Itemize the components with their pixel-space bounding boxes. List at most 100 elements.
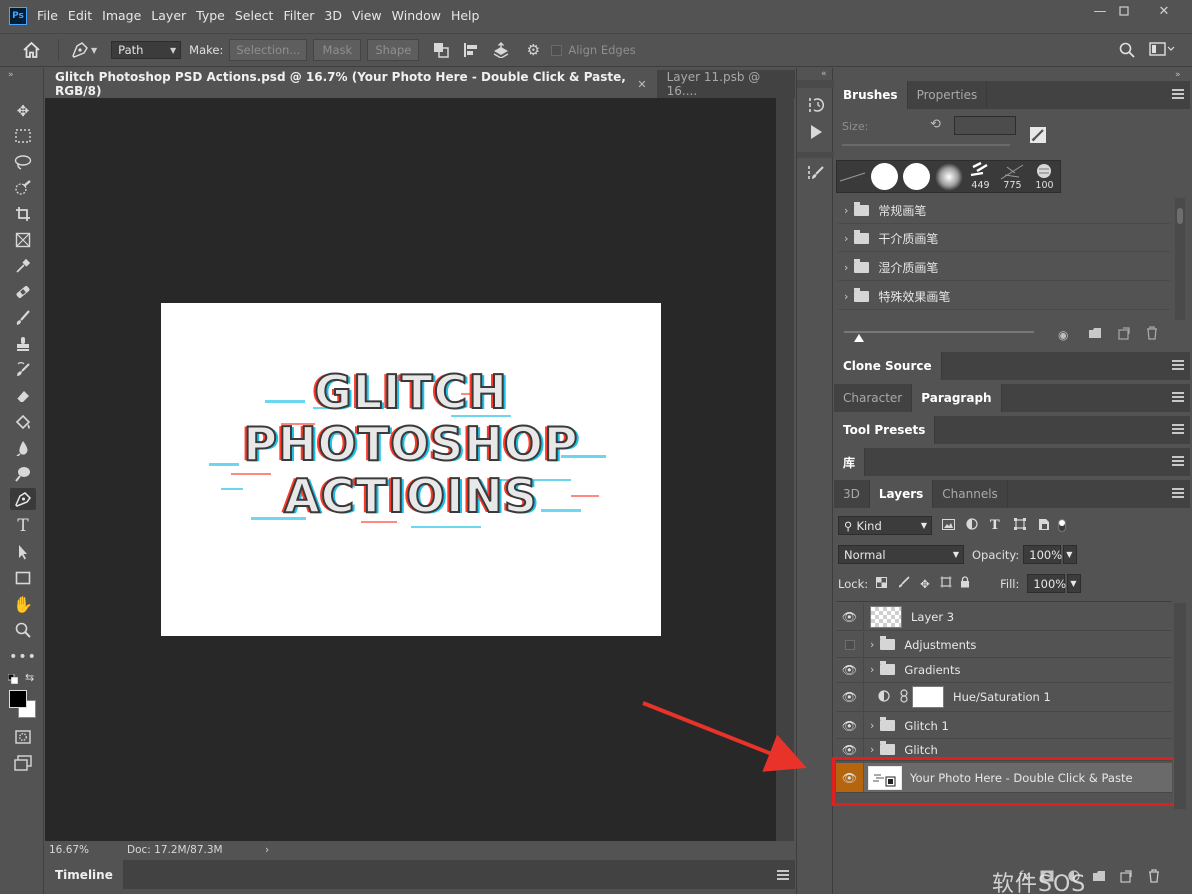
menu-image[interactable]: Image xyxy=(102,8,149,23)
hand-tool-icon[interactable]: ✋ xyxy=(10,593,36,615)
new-brush-preset-icon[interactable] xyxy=(1118,327,1130,343)
screen-mode-icon[interactable] xyxy=(10,752,36,774)
foreground-color-swatch[interactable] xyxy=(9,690,27,708)
trash-icon[interactable] xyxy=(1148,869,1160,886)
canvas-vertical-scrollbar[interactable] xyxy=(776,98,794,841)
marquee-tool-icon[interactable] xyxy=(10,125,36,147)
mask-button[interactable]: Mask xyxy=(313,39,362,61)
chevron-right-icon[interactable]: › xyxy=(844,261,848,274)
tab-glitch-psd[interactable]: Glitch Photoshop PSD Actions.psd @ 16.7%… xyxy=(45,70,657,98)
new-brush-icon[interactable] xyxy=(1029,126,1049,144)
panel-menu-icon[interactable] xyxy=(1172,456,1184,466)
menu-type[interactable]: Type xyxy=(196,8,233,23)
brush-folder-item[interactable]: › 干介质画笔 xyxy=(838,225,1170,252)
path-alignment-icon[interactable] xyxy=(459,42,483,58)
menu-3d[interactable]: 3D xyxy=(324,8,350,23)
new-group-icon[interactable] xyxy=(1092,870,1106,885)
tab-layer-11-psb[interactable]: Layer 11.psb @ 16.... xyxy=(657,70,795,98)
frame-tool-icon[interactable] xyxy=(10,229,36,251)
menu-select[interactable]: Select xyxy=(235,8,282,23)
panel-menu-icon[interactable] xyxy=(1172,488,1184,498)
chevron-right-icon[interactable]: › xyxy=(265,844,269,856)
new-folder-icon[interactable] xyxy=(1088,327,1102,342)
swap-colors-icon[interactable]: ⇆ xyxy=(25,671,34,684)
actions-play-icon[interactable] xyxy=(806,122,826,142)
eyedropper-tool-icon[interactable] xyxy=(10,255,36,277)
chevron-down-icon[interactable]: ▼ xyxy=(91,46,97,55)
reset-size-icon[interactable]: ⟲ xyxy=(930,117,941,132)
panel-menu-icon[interactable] xyxy=(1172,392,1184,402)
collapse-panels-icon[interactable]: » xyxy=(1175,70,1181,80)
brush-folder-item[interactable]: › 特殊效果画笔 xyxy=(838,283,1170,310)
type-layer-filter-icon[interactable]: T xyxy=(990,518,1008,533)
pen-tool-preset-icon[interactable] xyxy=(69,41,91,59)
brush-folder-item[interactable]: › 常规画笔 xyxy=(838,197,1170,224)
brush-preset-hard-round[interactable] xyxy=(869,161,900,192)
lock-artboard-icon[interactable] xyxy=(940,576,954,591)
lock-transparent-pixels-icon[interactable] xyxy=(876,576,890,591)
tab-properties[interactable]: Properties xyxy=(908,81,988,109)
panel-menu-icon[interactable] xyxy=(777,870,789,880)
menu-filter[interactable]: Filter xyxy=(283,8,322,23)
lock-all-icon[interactable] xyxy=(960,576,974,591)
brush-size-slider[interactable] xyxy=(842,144,1010,146)
shape-layer-filter-icon[interactable] xyxy=(1014,518,1032,533)
selection-button[interactable]: Selection... xyxy=(229,39,308,61)
eye-icon[interactable]: 👁 xyxy=(836,713,864,738)
slider-handle[interactable] xyxy=(854,334,864,342)
clone-stamp-tool-icon[interactable] xyxy=(10,333,36,355)
align-edges-checkbox[interactable] xyxy=(551,44,563,56)
brush-preset-775[interactable]: 775 xyxy=(997,161,1028,192)
panel-menu-icon[interactable] xyxy=(1172,424,1184,434)
pixel-layer-filter-icon[interactable] xyxy=(942,518,960,533)
collapse-dock-icon[interactable]: « xyxy=(821,69,827,79)
tab-brushes[interactable]: Brushes xyxy=(834,81,908,109)
opacity-dropdown-icon[interactable]: ▼ xyxy=(1063,545,1078,564)
brush-preset-line[interactable] xyxy=(837,161,868,192)
more-tools-icon[interactable]: ••• xyxy=(9,646,36,668)
layer-row-adjustments[interactable]: › Adjustments xyxy=(836,632,1172,658)
brush-tool-icon[interactable] xyxy=(10,307,36,329)
chevron-right-icon[interactable]: › xyxy=(844,204,848,217)
filter-toggle-switch[interactable] xyxy=(1058,519,1066,532)
tab-clone-source[interactable]: Clone Source xyxy=(834,352,942,380)
new-layer-icon[interactable] xyxy=(1120,870,1132,886)
history-panel-icon[interactable] xyxy=(806,95,826,115)
gear-icon[interactable]: ⚙ xyxy=(521,41,545,59)
brush-settings-icon[interactable] xyxy=(806,163,826,183)
chevron-right-icon[interactable]: › xyxy=(844,290,848,303)
rectangle-tool-icon[interactable] xyxy=(10,567,36,589)
shape-button[interactable]: Shape xyxy=(367,39,420,61)
tab-layers[interactable]: Layers xyxy=(869,480,934,508)
lock-image-pixels-icon[interactable] xyxy=(898,576,912,591)
tab-channels[interactable]: Channels xyxy=(933,480,1008,508)
chevron-right-icon[interactable]: › xyxy=(870,663,874,676)
chevron-right-icon[interactable]: › xyxy=(870,719,874,732)
eye-icon[interactable]: 👁 xyxy=(836,657,864,682)
layer-row-glitch-1[interactable]: 👁 › Glitch 1 xyxy=(836,713,1172,739)
trash-icon[interactable] xyxy=(1146,326,1158,343)
panel-menu-icon[interactable] xyxy=(1172,89,1184,99)
eye-icon[interactable]: 👁 xyxy=(836,683,864,711)
brush-list-scrollbar[interactable] xyxy=(1175,198,1185,320)
brush-visibility-icon[interactable]: ◉ xyxy=(1058,328,1068,342)
home-icon[interactable] xyxy=(16,42,46,58)
panel-menu-icon[interactable] xyxy=(1172,360,1184,370)
quick-mask-icon[interactable] xyxy=(10,726,36,748)
pen-tool-icon[interactable] xyxy=(10,488,36,510)
dock-grip[interactable] xyxy=(797,80,834,88)
menu-layer[interactable]: Layer xyxy=(151,8,194,23)
path-selection-tool-icon[interactable] xyxy=(10,541,36,563)
path-arrangement-icon[interactable] xyxy=(489,42,513,58)
layer-list-scrollbar[interactable] xyxy=(1174,603,1186,809)
tab-paragraph[interactable]: Paragraph xyxy=(912,384,1002,412)
menu-edit[interactable]: Edit xyxy=(68,8,100,23)
brush-preset-100[interactable]: 100 xyxy=(1029,161,1060,192)
tab-tool-presets[interactable]: Tool Presets xyxy=(834,416,936,444)
document-canvas[interactable]: GLITCH PHOTOSHOP ACTIOINS xyxy=(45,98,776,841)
layer-filter-kind-select[interactable]: ⚲ Kind ▼ xyxy=(838,516,932,535)
brush-preset-hard-round-pressure[interactable] xyxy=(901,161,932,192)
brush-preset-soft-round[interactable] xyxy=(933,161,964,192)
healing-brush-tool-icon[interactable] xyxy=(10,281,36,303)
tab-character[interactable]: Character xyxy=(834,384,913,412)
